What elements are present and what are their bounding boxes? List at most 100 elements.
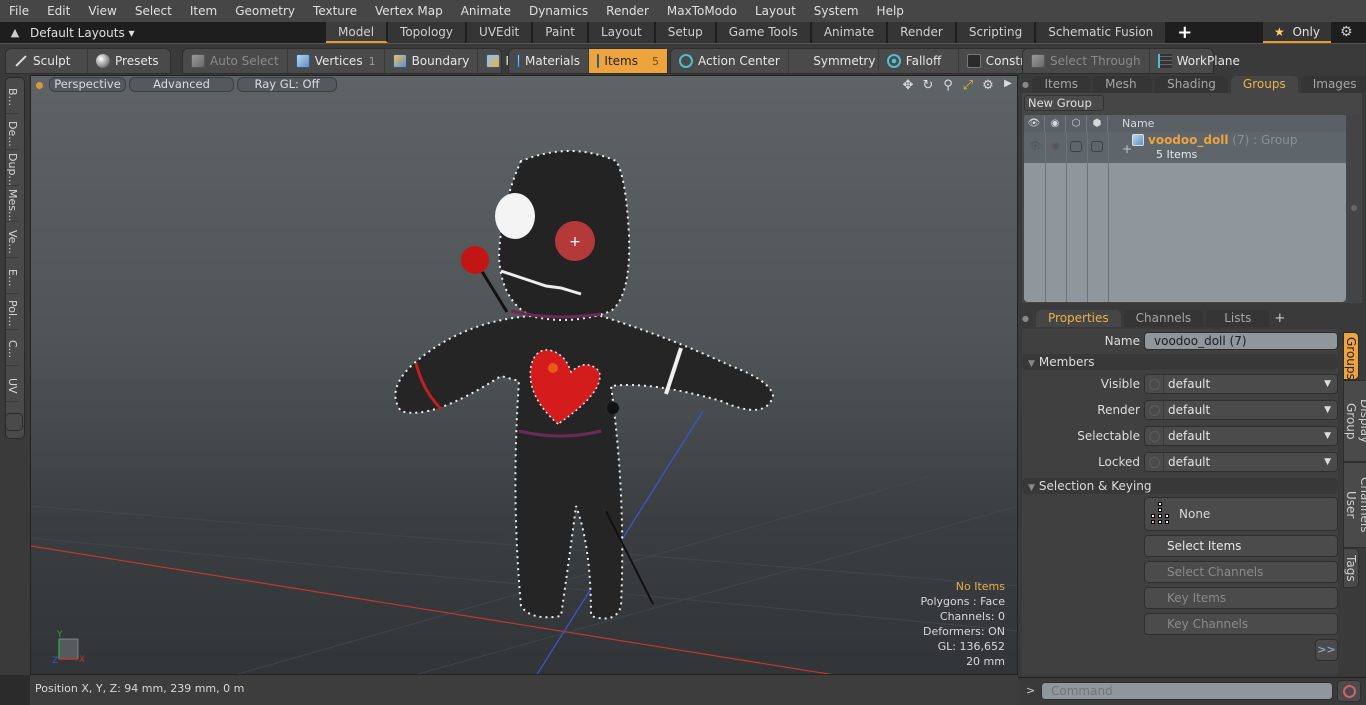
tab-scripting[interactable]: Scripting (956, 22, 1037, 43)
locked-dropdown[interactable]: default ▼ (1144, 452, 1338, 472)
symmetry-button[interactable]: Symmetry (789, 49, 879, 73)
side-tab-tags[interactable]: Tags (1343, 548, 1359, 588)
key-items-button[interactable]: Key Items (1144, 587, 1338, 609)
select-items-button[interactable]: Select Items (1144, 535, 1338, 557)
menu-maxtomodo[interactable]: MaxToModo (658, 0, 746, 22)
record-button[interactable] (1337, 680, 1361, 702)
left-tab[interactable]: Mes... (6, 186, 19, 222)
menu-file[interactable]: File (0, 0, 38, 22)
tab-game-tools[interactable]: Game Tools (716, 22, 812, 43)
name-column-header[interactable]: Name (1108, 115, 1154, 132)
materials-button[interactable]: Materials (509, 49, 589, 73)
left-tab[interactable]: Pol... (6, 294, 19, 330)
menu-system[interactable]: System (805, 0, 868, 22)
row-eye-icon[interactable]: 👁 (1029, 141, 1042, 152)
vertices-button[interactable]: Vertices 1 (288, 49, 385, 73)
auto-select-button[interactable]: Auto Select (183, 49, 288, 73)
tab-uvedit[interactable]: UVEdit (467, 22, 534, 43)
select-channels-button[interactable]: Select Channels (1144, 561, 1338, 583)
tab-channels[interactable]: Channels (1123, 310, 1204, 327)
menu-geometry[interactable]: Geometry (226, 0, 304, 22)
expand-plus-icon[interactable]: + (1122, 142, 1132, 156)
side-tab-groups[interactable]: Groups (1343, 332, 1359, 380)
select-cube-icon[interactable]: ⬡ (1066, 115, 1087, 132)
members-section-header[interactable]: ▼ Members (1022, 354, 1338, 370)
left-tab[interactable]: Dup... (6, 150, 19, 186)
menu-vertex-map[interactable]: Vertex Map (366, 0, 452, 22)
collapse-up-icon[interactable]: ▲ (0, 26, 30, 39)
menu-help[interactable]: Help (868, 0, 913, 22)
new-group-button[interactable]: New Group (1024, 95, 1104, 111)
side-tab-user-channels[interactable]: User Channels (1343, 462, 1366, 548)
more-button[interactable]: >> (1315, 639, 1338, 661)
only-toggle[interactable]: ★ Only (1263, 22, 1331, 43)
tab-topology[interactable]: Topology (388, 22, 468, 43)
tab-images[interactable]: Images (1300, 76, 1366, 93)
locked-radio[interactable] (1149, 457, 1160, 468)
hierarchy-none-button[interactable]: None (1144, 497, 1338, 531)
menu-edit[interactable]: Edit (38, 0, 79, 22)
left-tab[interactable]: UV (6, 366, 19, 402)
lock-cube-icon[interactable]: ⬢ (1087, 115, 1108, 132)
key-channels-button[interactable]: Key Channels (1144, 613, 1338, 635)
menu-dynamics[interactable]: Dynamics (520, 0, 597, 22)
falloff-button[interactable]: Falloff (879, 49, 959, 73)
menu-render[interactable]: Render (597, 0, 658, 22)
render-camera-icon[interactable]: ◉ (1045, 115, 1066, 132)
add-tab-icon[interactable]: + (1177, 22, 1192, 43)
selectable-dropdown[interactable]: default ▼ (1144, 426, 1338, 446)
tab-animate[interactable]: Animate (811, 22, 889, 43)
tab-layout[interactable]: Layout (588, 22, 656, 43)
render-dropdown[interactable]: default ▼ (1144, 400, 1338, 420)
menu-view[interactable]: View (79, 0, 125, 22)
menu-item[interactable]: Item (181, 0, 226, 22)
left-tab[interactable]: E... (6, 258, 19, 294)
items-button[interactable]: Items 5 (589, 49, 667, 73)
tab-mesh[interactable]: Mesh ... (1093, 76, 1153, 108)
tab-lists[interactable]: Lists (1206, 310, 1270, 327)
menu-select[interactable]: Select (126, 0, 181, 22)
name-input[interactable]: voodoo_doll (7) (1144, 332, 1338, 350)
command-input[interactable] (1041, 682, 1333, 700)
tab-items[interactable]: Items (1032, 76, 1091, 93)
left-tab[interactable]: C... (6, 330, 19, 366)
add-properties-tab-icon[interactable]: + (1274, 310, 1285, 327)
presets-button[interactable]: Presets (88, 49, 167, 73)
tab-render[interactable]: Render (888, 22, 957, 43)
visible-radio[interactable] (1149, 379, 1160, 390)
selectable-radio[interactable] (1149, 431, 1160, 442)
menu-texture[interactable]: Texture (304, 0, 366, 22)
row-lock-toggle[interactable] (1091, 141, 1103, 152)
select-through-button[interactable]: Select Through (1023, 49, 1150, 73)
tab-groups[interactable]: Groups (1230, 76, 1298, 93)
3d-viewport[interactable]: Perspective Advanced Ray GL: Off ✥ ↻ ⚲ ⤢… (30, 75, 1018, 675)
groups-scrollbar[interactable] (1348, 115, 1361, 302)
tab-schematic-fusion[interactable]: Schematic Fusion (1036, 22, 1168, 43)
tab-model[interactable]: Model (326, 22, 389, 43)
layouts-dropdown[interactable]: Default Layouts ▾ (30, 26, 326, 40)
left-tab[interactable]: Ve... (6, 222, 19, 258)
tab-setup[interactable]: Setup (655, 22, 717, 43)
boundary-button[interactable]: Boundary (385, 49, 479, 73)
gear-icon[interactable]: ⚙ (1340, 22, 1353, 43)
menu-animate[interactable]: Animate (452, 0, 520, 22)
render-radio[interactable] (1149, 405, 1160, 416)
sculpt-button[interactable]: Sculpt (6, 49, 88, 73)
row-select-toggle[interactable] (1070, 141, 1082, 152)
side-tab-group-display[interactable]: Group Display (1343, 380, 1366, 462)
left-extra-tab[interactable] (5, 413, 23, 431)
left-tab[interactable]: De... (6, 114, 19, 150)
tab-shading[interactable]: Shading (1155, 76, 1228, 93)
workplane-button[interactable]: WorkPlane (1150, 49, 1248, 73)
action-center-button[interactable]: Action Center (671, 49, 789, 73)
tab-paint[interactable]: Paint (533, 22, 589, 43)
menu-layout[interactable]: Layout (746, 0, 805, 22)
visible-dropdown[interactable]: default ▼ (1144, 374, 1338, 394)
group-row[interactable]: 👁 ◉ + voodoo_doll (7) : Group 5 Items (1024, 132, 1346, 163)
selection-keying-section-header[interactable]: ▼ Selection & Keying (1022, 478, 1338, 494)
tab-properties[interactable]: Properties (1036, 310, 1121, 327)
visibility-eye-icon[interactable]: 👁 (1024, 115, 1045, 132)
left-tab[interactable]: B... (6, 78, 19, 114)
row-camera-icon[interactable]: ◉ (1051, 141, 1060, 152)
scrollbar-handle[interactable] (1351, 205, 1357, 211)
